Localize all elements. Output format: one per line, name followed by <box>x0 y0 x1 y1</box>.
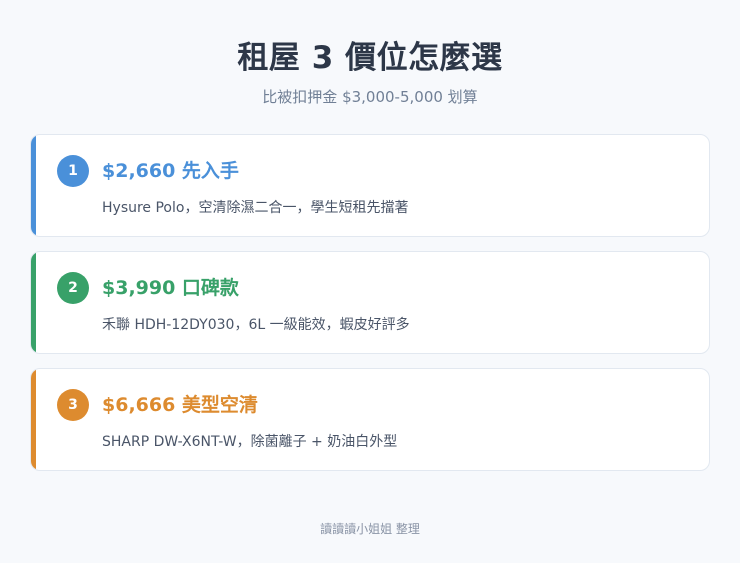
card-accent-bar <box>31 369 36 470</box>
page-subtitle: 比被扣押金 $3,000-5,000 划算 <box>262 88 478 106</box>
price-tier-card-3: 3 $6,666 美型空清 SHARP DW-X6NT-W，除菌離子 + 奶油白… <box>30 368 710 471</box>
tier-description: 禾聯 HDH-12DY030，6L 一級能效，蝦皮好評多 <box>102 317 410 333</box>
tier-price-title: $6,666 美型空清 <box>102 394 258 416</box>
tier-description: SHARP DW-X6NT-W，除菌離子 + 奶油白外型 <box>102 434 398 450</box>
page-title: 租屋 3 價位怎麼選 <box>237 40 503 76</box>
tier-number-badge: 2 <box>57 272 89 304</box>
tier-number-badge: 1 <box>57 155 89 187</box>
tier-number-badge: 3 <box>57 389 89 421</box>
tier-price-title: $3,990 口碑款 <box>102 277 239 299</box>
page-header: 租屋 3 價位怎麼選 比被扣押金 $3,000-5,000 划算 <box>0 36 740 108</box>
price-tier-card-2: 2 $3,990 口碑款 禾聯 HDH-12DY030，6L 一級能效，蝦皮好評… <box>30 251 710 354</box>
tier-description: Hysure Polo，空清除濕二合一，學生短租先擋著 <box>102 200 409 216</box>
price-tier-card-1: 1 $2,660 先入手 Hysure Polo，空清除濕二合一，學生短租先擋著 <box>30 134 710 237</box>
footer-credit: 讀讀讀小姐姐 整理 <box>320 522 420 536</box>
price-tier-list: 1 $2,660 先入手 Hysure Polo，空清除濕二合一，學生短租先擋著… <box>30 134 710 485</box>
card-accent-bar <box>31 135 36 236</box>
card-accent-bar <box>31 252 36 353</box>
tier-price-title: $2,660 先入手 <box>102 160 239 182</box>
